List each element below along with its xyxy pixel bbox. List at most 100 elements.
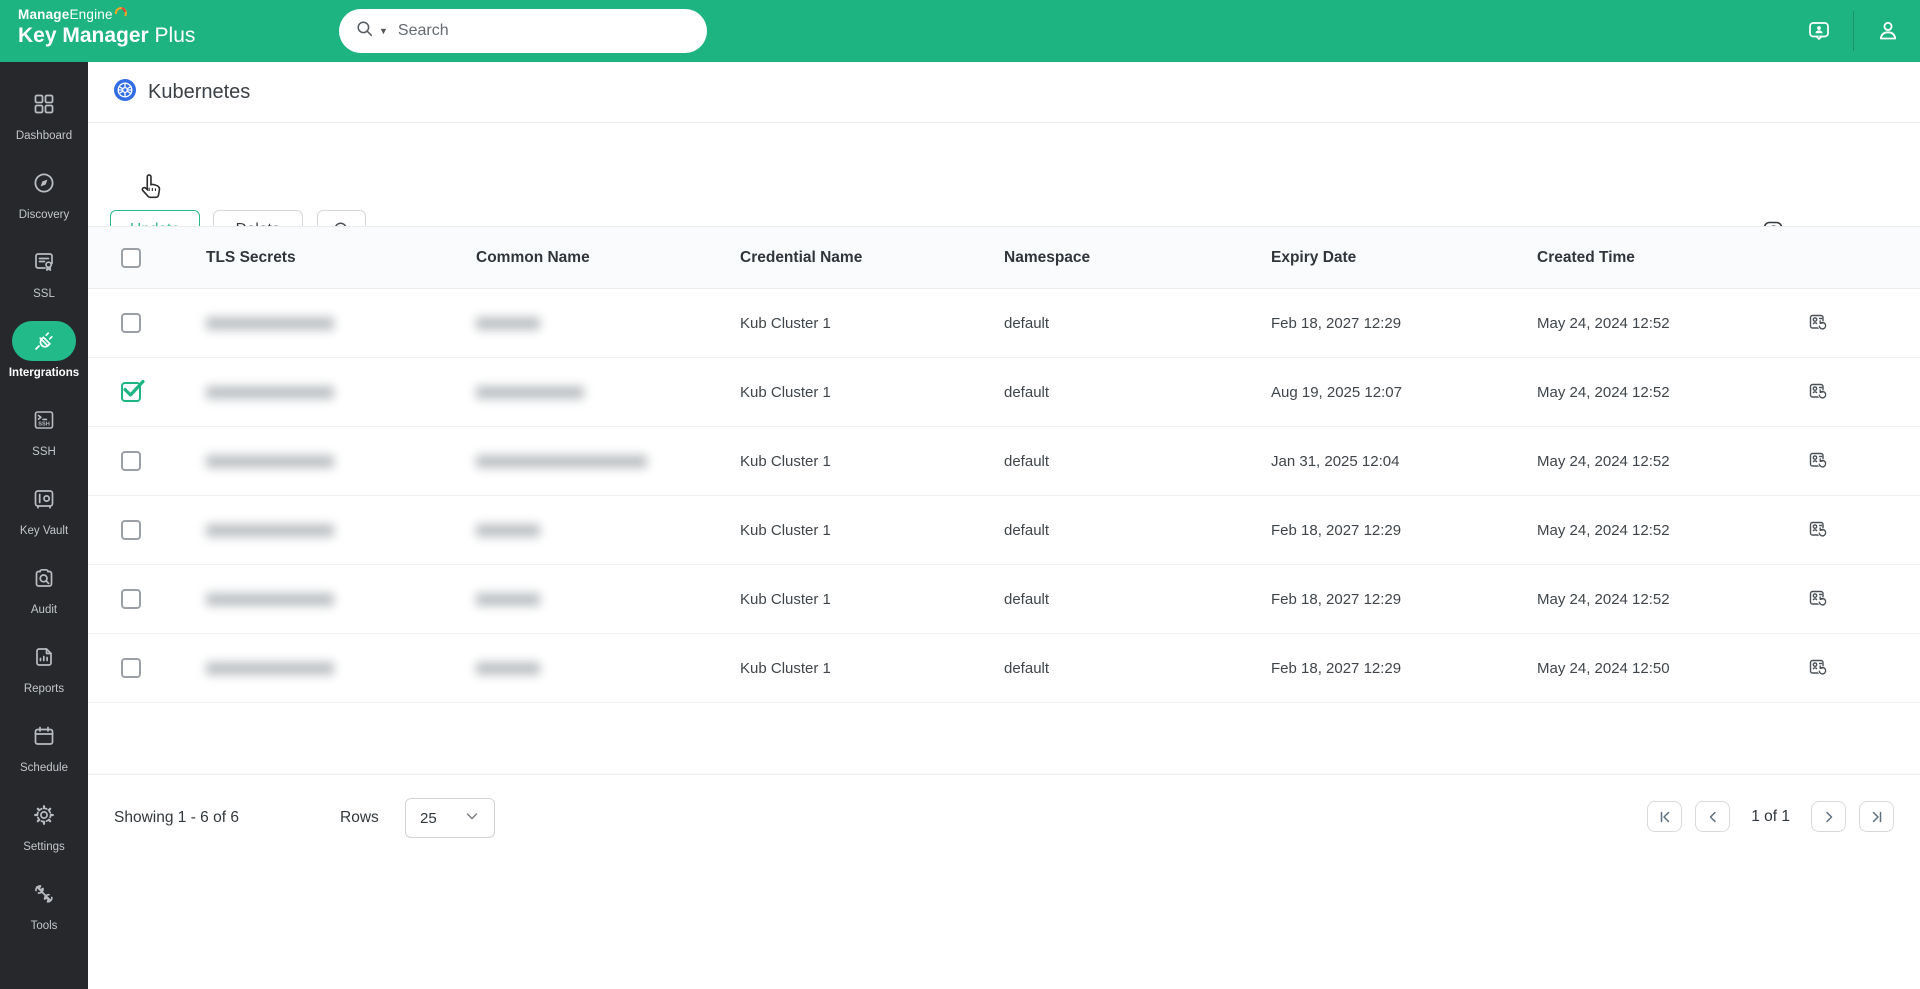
certificate-renew-icon[interactable] bbox=[1806, 379, 1832, 405]
sidebar-item-integrations[interactable]: Intergrations bbox=[0, 311, 88, 390]
table-row[interactable]: Kub Cluster 1 default Aug 19, 2025 12:07… bbox=[88, 358, 1920, 427]
pagination: 1 of 1 bbox=[1647, 801, 1894, 832]
common-name-cell-redacted bbox=[476, 385, 740, 399]
audit-clipboard-icon bbox=[29, 563, 59, 593]
calendar-icon bbox=[29, 721, 59, 751]
table-footer: Showing 1 - 6 of 6 Rows 25 1 of 1 bbox=[88, 774, 1920, 860]
brand-logo: ManageEngine Key Manager Plus bbox=[18, 7, 195, 48]
column-header[interactable]: TLS Secrets bbox=[206, 249, 476, 267]
certificate-renew-icon[interactable] bbox=[1806, 586, 1832, 612]
sidebar-item-label: Intergrations bbox=[8, 367, 80, 379]
row-checkbox[interactable] bbox=[121, 589, 141, 609]
first-page-button[interactable] bbox=[1647, 801, 1683, 832]
checkmark-icon bbox=[121, 377, 147, 406]
row-checkbox[interactable] bbox=[121, 451, 141, 471]
table-body: Kub Cluster 1 default Feb 18, 2027 12:29… bbox=[88, 289, 1920, 703]
sidebar-item-label: Dashboard bbox=[15, 130, 73, 142]
sidebar-item-audit[interactable]: Audit bbox=[0, 548, 88, 627]
row-checkbox[interactable] bbox=[121, 658, 141, 678]
sidebar-item-ssl[interactable]: SSL bbox=[0, 232, 88, 311]
gear-icon bbox=[29, 800, 59, 830]
sidebar-item-schedule[interactable]: Schedule bbox=[0, 706, 88, 785]
toolbar: Update Delete Fetch TLS Secrets Manage D… bbox=[88, 123, 1920, 250]
next-page-button[interactable] bbox=[1811, 801, 1846, 832]
app-header: ManageEngine Key Manager Plus ▼ bbox=[0, 0, 1920, 62]
namespace-cell: default bbox=[1004, 590, 1050, 608]
table-row[interactable]: Kub Cluster 1 default Feb 18, 2027 12:29… bbox=[88, 496, 1920, 565]
created-time-cell: May 24, 2024 12:50 bbox=[1537, 659, 1670, 677]
brand-keymanagerplus: Key Manager Plus bbox=[18, 23, 196, 47]
certificate-renew-icon[interactable] bbox=[1806, 310, 1832, 336]
chevron-down-icon bbox=[464, 808, 480, 828]
column-header[interactable]: Namespace bbox=[1004, 249, 1271, 267]
search-scope-caret-icon[interactable]: ▼ bbox=[379, 26, 388, 36]
sidebar-item-settings[interactable]: Settings bbox=[0, 785, 88, 864]
column-header[interactable]: Created Time bbox=[1537, 249, 1806, 267]
search-input[interactable] bbox=[397, 22, 648, 40]
global-search[interactable]: ▼ bbox=[339, 9, 707, 53]
row-checkbox[interactable] bbox=[121, 313, 141, 333]
credential-name-cell: Kub Cluster 1 bbox=[740, 452, 831, 470]
report-file-icon bbox=[29, 642, 59, 672]
sidebar-item-ssh[interactable]: SSH SSH bbox=[0, 390, 88, 469]
common-name-cell-redacted bbox=[476, 661, 740, 675]
page-indicator: 1 of 1 bbox=[1751, 807, 1790, 825]
page-titlebar: Kubernetes bbox=[88, 62, 1920, 123]
expiry-date-cell: Aug 19, 2025 12:07 bbox=[1271, 383, 1402, 401]
sidebar-item-label: Audit bbox=[30, 604, 58, 616]
sidebar-item-label: Tools bbox=[30, 920, 58, 932]
select-all-checkbox[interactable] bbox=[121, 247, 141, 268]
prev-page-button[interactable] bbox=[1695, 801, 1731, 832]
certificate-renew-icon[interactable] bbox=[1806, 517, 1832, 543]
row-checkbox[interactable] bbox=[121, 520, 141, 540]
column-header[interactable]: Credential Name bbox=[740, 249, 1004, 267]
namespace-cell: default bbox=[1004, 383, 1050, 401]
sidebar-nav: Dashboard Discovery SSL Intergrations SS… bbox=[0, 62, 88, 989]
credential-name-cell: Kub Cluster 1 bbox=[740, 590, 831, 608]
credential-name-cell: Kub Cluster 1 bbox=[740, 521, 831, 539]
table-row[interactable]: Kub Cluster 1 default Feb 18, 2027 12:29… bbox=[88, 289, 1920, 358]
svg-text:SSH: SSH bbox=[38, 422, 50, 428]
column-header[interactable]: Common Name bbox=[476, 249, 740, 267]
grid-icon bbox=[29, 89, 59, 119]
expiry-date-cell: Jan 31, 2025 12:04 bbox=[1271, 452, 1400, 470]
expiry-date-cell: Feb 18, 2027 12:29 bbox=[1271, 659, 1402, 677]
common-name-cell-redacted bbox=[476, 454, 740, 468]
common-name-cell-redacted bbox=[476, 592, 740, 606]
namespace-cell: default bbox=[1004, 521, 1050, 539]
sidebar-item-keyvault[interactable]: Key Vault bbox=[0, 469, 88, 548]
compass-icon bbox=[29, 168, 59, 198]
sidebar-item-label: Discovery bbox=[18, 209, 70, 221]
credential-name-cell: Kub Cluster 1 bbox=[740, 314, 831, 332]
row-checkbox[interactable] bbox=[121, 379, 145, 402]
certificate-renew-icon[interactable] bbox=[1806, 448, 1832, 474]
table-row[interactable]: Kub Cluster 1 default Feb 18, 2027 12:29… bbox=[88, 634, 1920, 703]
common-name-cell-redacted bbox=[476, 523, 740, 537]
rows-per-page-select[interactable]: 25 bbox=[405, 798, 495, 838]
tls-secret-cell-redacted bbox=[206, 592, 476, 606]
search-icon[interactable] bbox=[355, 19, 375, 44]
vault-icon bbox=[29, 484, 59, 514]
column-header[interactable]: Expiry Date bbox=[1271, 249, 1537, 267]
ssh-terminal-icon: SSH bbox=[29, 405, 59, 435]
created-time-cell: May 24, 2024 12:52 bbox=[1537, 521, 1670, 539]
expiry-date-cell: Feb 18, 2027 12:29 bbox=[1271, 314, 1402, 332]
created-time-cell: May 24, 2024 12:52 bbox=[1537, 590, 1670, 608]
profile-icon[interactable] bbox=[1870, 13, 1906, 49]
table-row[interactable]: Kub Cluster 1 default Feb 18, 2027 12:29… bbox=[88, 565, 1920, 634]
feedback-icon[interactable] bbox=[1801, 13, 1837, 49]
sidebar-item-dashboard[interactable]: Dashboard bbox=[0, 74, 88, 153]
credential-name-cell: Kub Cluster 1 bbox=[740, 383, 831, 401]
certificate-renew-icon[interactable] bbox=[1806, 655, 1832, 681]
kubernetes-icon bbox=[113, 78, 137, 107]
common-name-cell-redacted bbox=[476, 316, 740, 330]
namespace-cell: default bbox=[1004, 314, 1050, 332]
last-page-button[interactable] bbox=[1859, 801, 1894, 832]
table-row[interactable]: Kub Cluster 1 default Jan 31, 2025 12:04… bbox=[88, 427, 1920, 496]
expiry-date-cell: Feb 18, 2027 12:29 bbox=[1271, 521, 1402, 539]
sidebar-item-tools[interactable]: Tools bbox=[0, 864, 88, 943]
sidebar-item-discovery[interactable]: Discovery bbox=[0, 153, 88, 232]
sidebar-item-reports[interactable]: Reports bbox=[0, 627, 88, 706]
tls-secret-cell-redacted bbox=[206, 385, 476, 399]
tls-secret-cell-redacted bbox=[206, 316, 476, 330]
